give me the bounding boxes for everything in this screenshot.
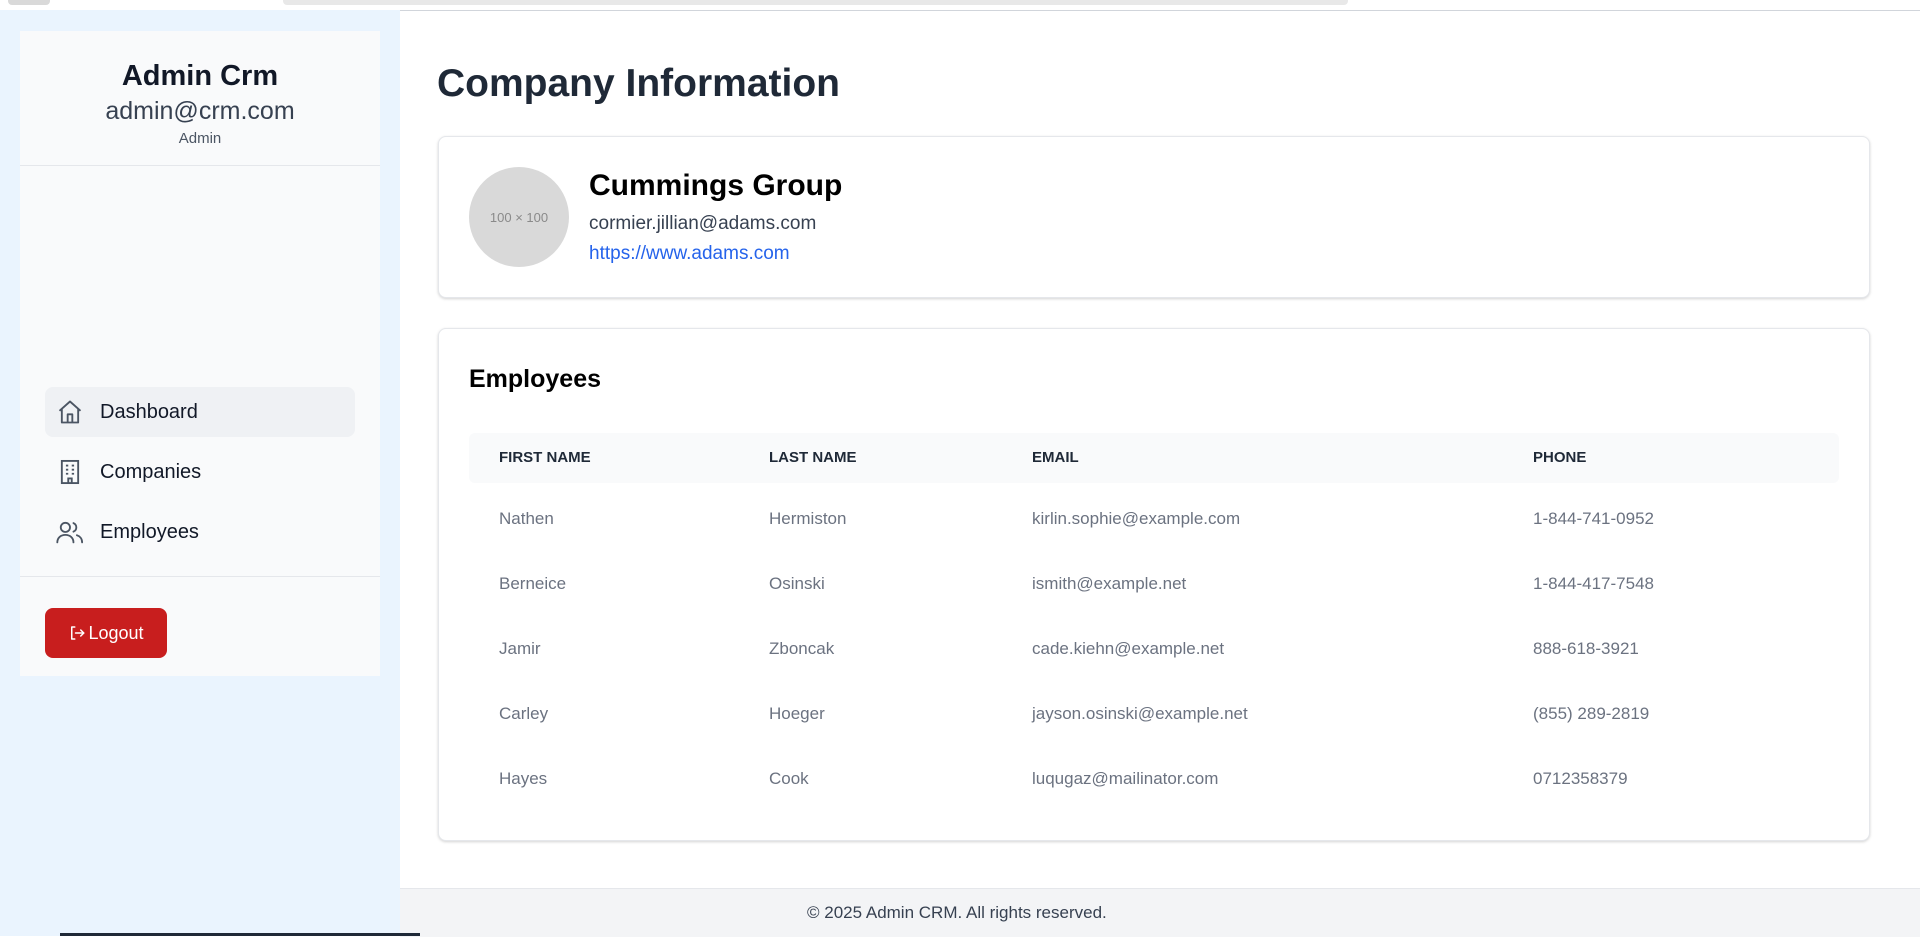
sidebar-item-label: Employees [100,520,199,543]
sidebar-divider [20,576,380,577]
cell-last-name: Hermiston [769,509,847,528]
cell-first-name: Nathen [499,509,554,528]
sidebar-item-label: Dashboard [100,400,198,423]
cell-first-name: Berneice [499,574,567,593]
cell-phone: 1-844-417-7548 [1533,574,1654,593]
cell-phone: 1-844-741-0952 [1533,509,1654,528]
cell-email: ismith@example.net [1032,574,1187,593]
cell-last-name: Hoeger [769,704,825,723]
sidebar-item-label: Companies [100,460,202,483]
column-header-last-name: LAST NAME [769,449,857,466]
sidebar-nav: Dashboard Companies Employees [45,387,355,567]
cell-email: kirlin.sophie@example.com [1032,509,1241,528]
sidebar-item-dashboard[interactable]: Dashboard [45,387,355,437]
footer-copyright: © 2025 Admin CRM. All rights reserved. [807,903,1107,922]
building-icon [55,457,85,487]
home-icon [55,397,85,427]
users-icon [55,517,85,547]
cell-phone: 888-618-3921 [1533,639,1639,658]
cell-email: cade.kiehn@example.net [1032,639,1225,658]
company-name: Cummings Group [589,169,843,202]
employees-title: Employees [469,365,602,393]
cell-first-name: Carley [499,704,549,723]
column-header-email: EMAIL [1032,449,1079,466]
cell-phone: (855) 289-2819 [1533,704,1650,723]
browser-address-bar [283,0,1348,5]
user-email: admin@crm.com [105,97,295,125]
cell-phone: 0712358379 [1533,769,1628,788]
sidebar-item-employees[interactable]: Employees [45,507,355,557]
cell-last-name: Cook [769,769,809,788]
logout-label: Logout [88,622,144,643]
employees-card: Employees FIRST NAME LAST NAME EMAIL PHO… [438,328,1870,841]
cell-last-name: Zboncak [769,639,835,658]
table-row: Jamir Zboncak cade.kiehn@example.net 888… [469,616,1839,681]
page-title: Company Information [437,62,841,105]
sidebar: Admin Crm admin@crm.com Admin Dashboard … [20,31,380,676]
table-row: Hayes Cook luqugaz@mailinator.com 071235… [469,746,1839,811]
table-row: Nathen Hermiston kirlin.sophie@example.c… [469,486,1839,551]
cell-first-name: Jamir [499,639,541,658]
table-row: Carley Hoeger jayson.osinski@example.net… [469,681,1839,746]
logout-icon [68,624,86,642]
user-role: Admin [178,130,222,147]
cell-email: luqugaz@mailinator.com [1032,769,1219,788]
sidebar-item-companies[interactable]: Companies [45,447,355,497]
company-website-link[interactable]: https://www.adams.com [589,243,790,265]
cell-email: jayson.osinski@example.net [1032,704,1248,723]
table-header: FIRST NAME LAST NAME EMAIL PHONE [469,433,1839,483]
company-email: cormier.jillian@adams.com [589,213,817,234]
company-card: 100 × 100 Cummings Group cormier.jillian… [438,136,1870,298]
logout-button[interactable]: Logout [45,608,167,658]
page-footer: © 2025 Admin CRM. All rights reserved. [400,888,1920,937]
column-header-phone: PHONE [1533,449,1587,466]
browser-tab-stub [8,0,50,5]
cell-first-name: Hayes [499,769,548,788]
user-name: Admin Crm [121,60,279,92]
column-header-first-name: FIRST NAME [499,449,591,466]
cell-last-name: Osinski [769,574,825,593]
company-logo-placeholder: 100 × 100 [469,167,569,267]
table-row: Berneice Osinski ismith@example.net 1-84… [469,551,1839,616]
user-profile: Admin Crm admin@crm.com Admin [20,31,380,166]
